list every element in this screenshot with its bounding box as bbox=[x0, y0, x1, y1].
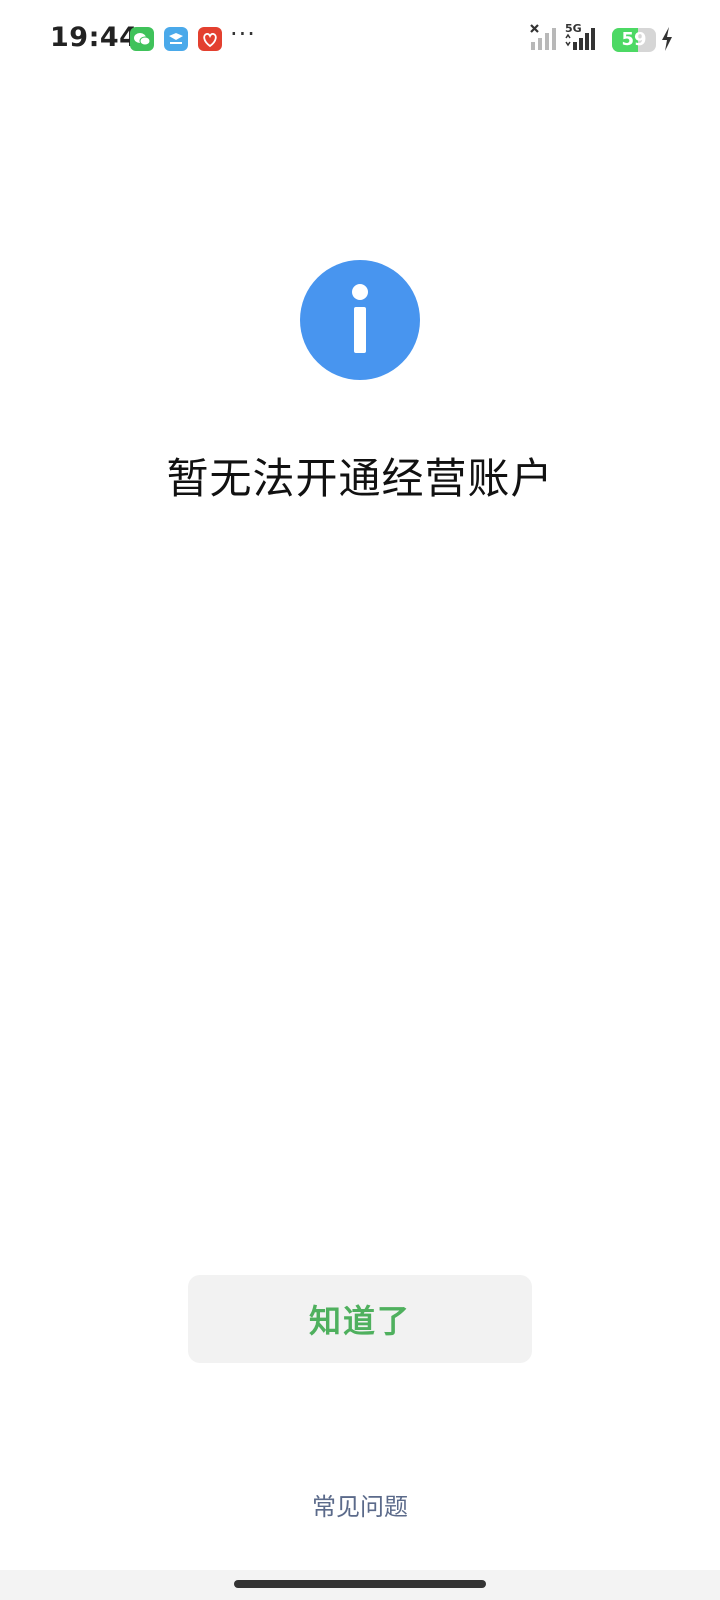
wechat-icon bbox=[130, 27, 154, 51]
signal-icon bbox=[564, 24, 600, 56]
info-icon bbox=[300, 260, 420, 380]
battery-icon: 59 bbox=[612, 28, 656, 52]
charging-icon bbox=[660, 26, 674, 56]
status-time: 19:44 bbox=[50, 22, 139, 53]
page-title: 暂无法开通经营账户 bbox=[166, 454, 554, 503]
faq-link[interactable]: 常见问题 bbox=[0, 1487, 720, 1522]
acknowledge-button[interactable]: 知道了 bbox=[188, 1275, 532, 1363]
battery-level-text: 59 bbox=[621, 29, 647, 50]
sky-app-icon bbox=[164, 27, 188, 51]
status-bar: 19:44 ··· 5G 59 bbox=[0, 0, 720, 80]
home-indicator[interactable] bbox=[234, 1580, 486, 1588]
no-signal-icon bbox=[530, 24, 560, 56]
red-app-icon bbox=[198, 27, 222, 51]
more-notifications-indicator: ··· bbox=[230, 20, 256, 48]
screen: 19:44 ··· 5G 59 暂无法开通经营账户 知道了 常见问题 bbox=[0, 0, 720, 1600]
